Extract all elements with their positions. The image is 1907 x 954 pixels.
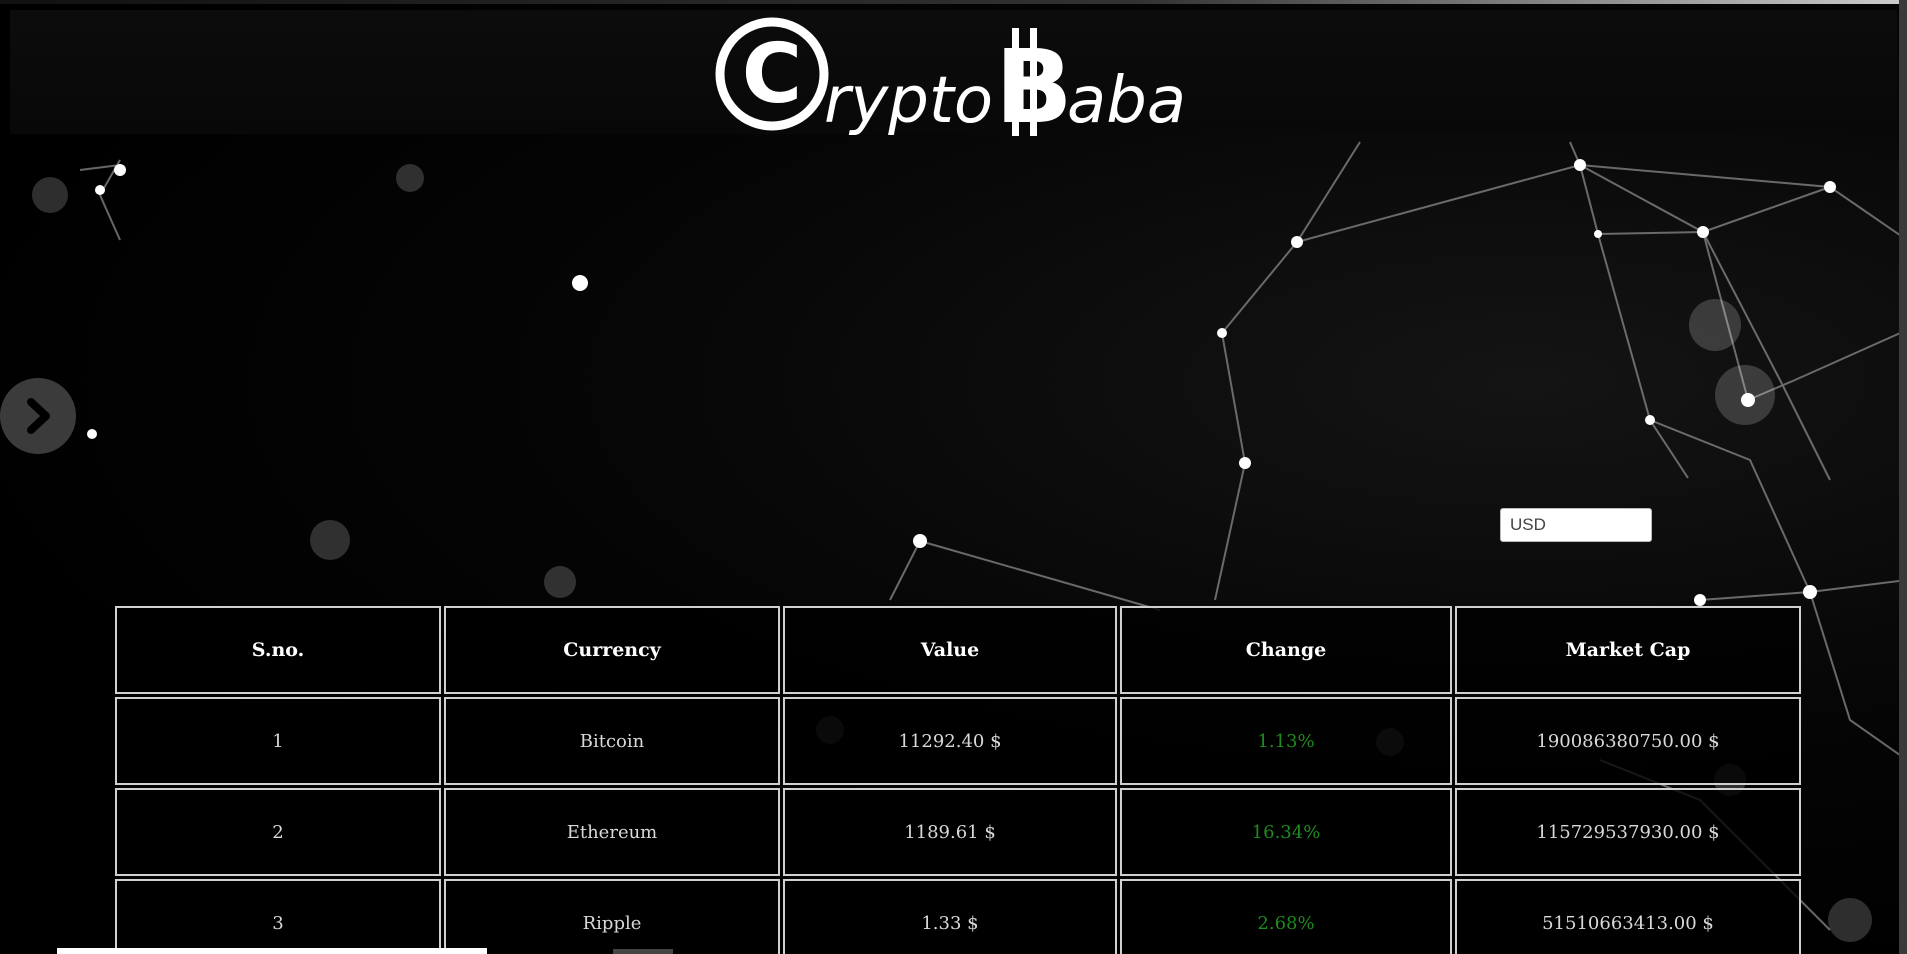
cell-currency: Bitcoin [444,697,780,785]
cryptobaba-logo: C rypto B aba [715,17,1186,144]
currency-select[interactable]: USD [1500,508,1652,542]
top-edge-strip [0,0,1907,4]
cell-sno: 3 [115,879,441,954]
column-header-currency: Currency [444,606,780,694]
cell-market-cap: 115729537930.00 $ [1455,788,1801,876]
cell-change: 16.34% [1120,788,1452,876]
bottom-scroll-marker [613,949,673,954]
column-header-change: Change [1120,606,1452,694]
column-header-sno: S.no. [115,606,441,694]
column-header-value: Value [783,606,1117,694]
svg-text:aba: aba [1067,64,1186,138]
cell-value: 11292.40 $ [783,697,1117,785]
table-header-row: S.no. Currency Value Change Market Cap [115,606,1801,694]
column-header-market-cap: Market Cap [1455,606,1801,694]
svg-text:C: C [742,27,802,122]
cell-market-cap: 51510663413.00 $ [1455,879,1801,954]
cell-currency: Ripple [444,879,780,954]
cell-currency: Ethereum [444,788,780,876]
cell-sno: 1 [115,697,441,785]
chevron-right-icon [27,398,50,434]
svg-text:rypto: rypto [824,64,993,138]
crypto-table: S.no. Currency Value Change Market Cap 1… [112,603,1804,954]
scrollbar-thumb[interactable] [1899,0,1907,954]
page-root: C rypto B aba USD S.no. Currency Value C… [0,0,1907,954]
cell-change: 1.13% [1120,697,1452,785]
table-row: 1 Bitcoin 11292.40 $ 1.13% 190086380750.… [115,697,1801,785]
next-slide-button[interactable] [0,378,76,454]
table-row: 3 Ripple 1.33 $ 2.68% 51510663413.00 $ [115,879,1801,954]
cell-value: 1.33 $ [783,879,1117,954]
table-row: 2 Ethereum 1189.61 $ 16.34% 115729537930… [115,788,1801,876]
cell-sno: 2 [115,788,441,876]
cell-change: 2.68% [1120,879,1452,954]
cell-market-cap: 190086380750.00 $ [1455,697,1801,785]
bottom-panel-edge [57,948,487,954]
vertical-scrollbar[interactable] [1899,0,1907,954]
currency-select-value: USD [1510,515,1546,534]
cell-value: 1189.61 $ [783,788,1117,876]
